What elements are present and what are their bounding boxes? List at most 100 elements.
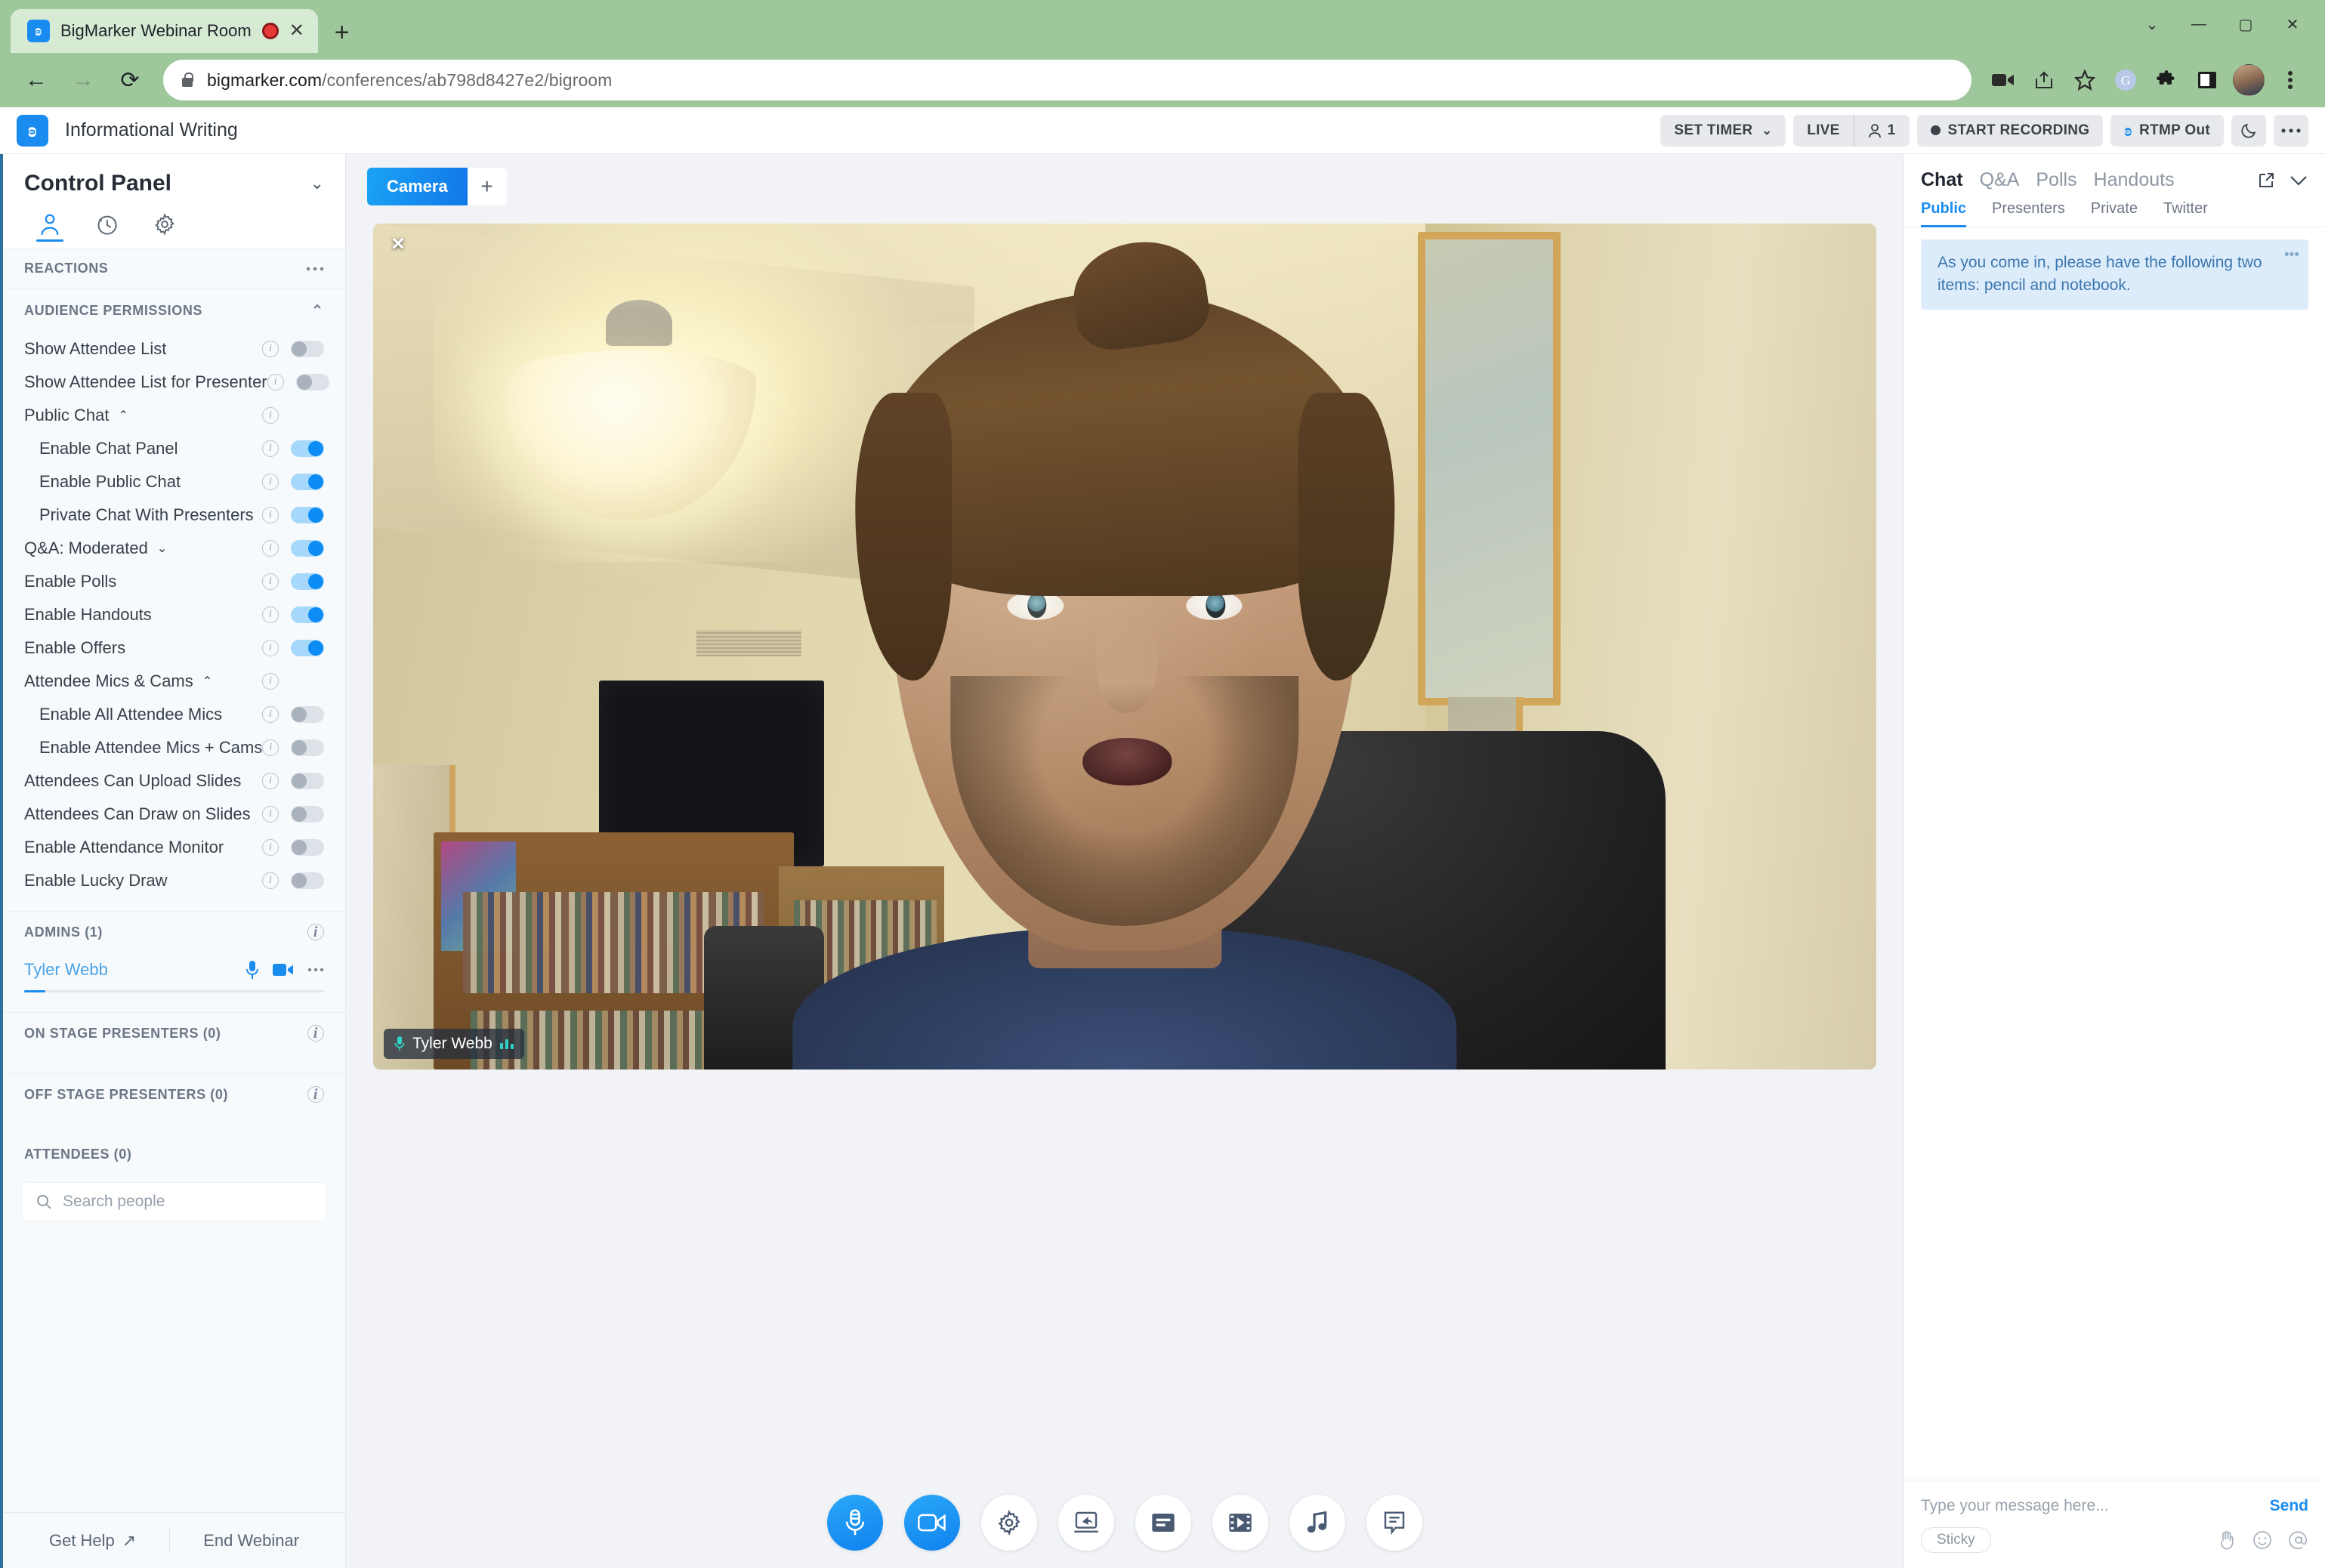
tab-history[interactable] (79, 201, 136, 248)
permission-toggle[interactable] (291, 706, 324, 723)
tab-handouts[interactable]: Handouts (2094, 169, 2175, 191)
camera-toggle[interactable] (904, 1495, 960, 1551)
admin-list-item[interactable]: Tyler Webb (3, 952, 345, 983)
permission-row[interactable]: Attendees Can Upload Slides i (3, 764, 345, 798)
info-icon[interactable]: i (262, 507, 279, 523)
external-link-icon[interactable] (2257, 171, 2275, 190)
permission-toggle[interactable] (291, 540, 324, 557)
chevron-down-icon[interactable] (2289, 174, 2308, 187)
subtab-twitter[interactable]: Twitter (2163, 200, 2208, 227)
info-icon[interactable]: i (262, 407, 279, 424)
permission-toggle[interactable] (291, 839, 324, 856)
permission-row[interactable]: Enable All Attendee Mics i (3, 698, 345, 731)
mic-icon[interactable] (245, 960, 259, 980)
permission-toggle[interactable] (291, 640, 324, 656)
info-icon[interactable]: i (262, 739, 279, 756)
address-bar[interactable]: bigmarker.com/conferences/ab798d8427e2/b… (163, 60, 1971, 100)
permission-toggle[interactable] (291, 474, 324, 490)
search-input[interactable]: Search people (21, 1182, 327, 1221)
info-icon[interactable]: i (267, 374, 284, 390)
permission-toggle[interactable] (291, 806, 324, 823)
info-icon[interactable]: i (262, 540, 279, 557)
google-lens-icon[interactable]: G (2106, 60, 2145, 100)
browser-tab[interactable]: ʚ BigMarker Webinar Room ✕ (11, 9, 318, 53)
bookmark-star-icon[interactable] (2065, 60, 2104, 100)
music-button[interactable] (1289, 1495, 1345, 1551)
info-icon[interactable]: i (262, 573, 279, 590)
chrome-menu-icon[interactable] (2271, 60, 2310, 100)
start-recording-button[interactable]: START RECORDING (1916, 114, 2104, 147)
chevron-down-icon[interactable]: ⌄ (2129, 6, 2175, 42)
info-icon[interactable]: i (262, 440, 279, 457)
permission-toggle[interactable] (291, 341, 324, 357)
chat-messages[interactable]: As you come in, please have the followin… (1904, 227, 2325, 1480)
info-icon[interactable]: i (262, 706, 279, 723)
permission-row[interactable]: Q&A: Moderated ⌄ i (3, 532, 345, 565)
info-icon[interactable]: i (307, 924, 324, 940)
permission-row[interactable]: Enable Chat Panel i (3, 432, 345, 465)
video-clip-button[interactable] (1212, 1495, 1268, 1551)
screen-record-icon[interactable] (1984, 60, 2023, 100)
new-tab-button[interactable]: + (335, 20, 350, 53)
side-panel-icon[interactable] (2188, 60, 2227, 100)
subtab-public[interactable]: Public (1921, 200, 1967, 227)
permission-row[interactable]: Show Attendee List for Presenter i (3, 366, 345, 399)
add-source-button[interactable]: + (467, 168, 507, 205)
chevron-up-icon[interactable]: ⌃ (311, 301, 324, 320)
permission-row[interactable]: Private Chat With Presenters i (3, 498, 345, 532)
permission-toggle[interactable] (295, 374, 329, 390)
tab-people[interactable] (21, 201, 79, 248)
more-horizontal-icon[interactable] (2274, 114, 2308, 147)
tab-settings[interactable] (136, 201, 193, 248)
share-screen-button[interactable] (1058, 1495, 1114, 1551)
moon-icon[interactable] (2231, 114, 2266, 147)
end-webinar-button[interactable]: End Webinar (170, 1531, 332, 1551)
chevron-down-icon[interactable]: ⌄ (157, 541, 167, 556)
microphone-toggle[interactable] (827, 1495, 883, 1551)
section-audience-permissions[interactable]: AUDIENCE PERMISSIONS ⌃ (3, 289, 345, 332)
set-timer-button[interactable]: SET TIMER ⌄ (1660, 114, 1786, 147)
permission-row[interactable]: Enable Handouts i (3, 598, 345, 631)
info-icon[interactable]: i (262, 673, 279, 690)
info-icon[interactable]: i (262, 341, 279, 357)
hand-icon[interactable] (2218, 1530, 2236, 1550)
info-icon[interactable]: i (262, 474, 279, 490)
mention-icon[interactable] (2289, 1530, 2308, 1550)
permission-toggle[interactable] (291, 773, 324, 789)
forward-icon[interactable]: → (62, 59, 104, 101)
tab-polls[interactable]: Polls (2036, 169, 2076, 191)
notes-button[interactable] (1366, 1495, 1422, 1551)
permission-row[interactable]: Attendees Can Draw on Slides i (3, 798, 345, 831)
permission-toggle[interactable] (291, 872, 324, 889)
share-icon[interactable] (2024, 60, 2064, 100)
info-icon[interactable]: i (262, 839, 279, 856)
permission-row[interactable]: Attendee Mics & Cams ⌃ i (3, 665, 345, 698)
permission-toggle[interactable] (291, 573, 324, 590)
permission-row[interactable]: Enable Lucky Draw i (3, 864, 345, 897)
permission-toggle[interactable] (291, 507, 324, 523)
permission-row[interactable]: Enable Offers i (3, 631, 345, 665)
extensions-puzzle-icon[interactable] (2147, 60, 2186, 100)
presenter-video[interactable]: × Tyler Webb (373, 224, 1876, 1070)
chevron-down-icon[interactable]: ⌄ (310, 174, 324, 193)
chevron-up-icon[interactable]: ⌃ (119, 408, 128, 423)
info-icon[interactable]: i (262, 872, 279, 889)
sidebar-scroll[interactable]: REACTIONS AUDIENCE PERMISSIONS ⌃ Show At… (3, 248, 345, 1512)
back-icon[interactable]: ← (15, 59, 57, 101)
settings-button[interactable] (981, 1495, 1037, 1551)
more-horizontal-icon[interactable]: ••• (2284, 247, 2299, 264)
info-icon[interactable]: i (307, 1025, 324, 1042)
video-camera-icon[interactable] (273, 962, 294, 977)
close-icon[interactable]: ✕ (289, 22, 304, 40)
tab-camera[interactable]: Camera (367, 168, 468, 205)
chat-input-row[interactable]: Type your message here... Send (1904, 1480, 2325, 1515)
live-status[interactable]: LIVE 1 (1793, 114, 1910, 147)
subtab-presenters[interactable]: Presenters (1992, 200, 2065, 227)
profile-avatar[interactable] (2233, 64, 2265, 96)
emoji-icon[interactable] (2252, 1530, 2272, 1550)
info-icon[interactable]: i (262, 607, 279, 623)
info-icon[interactable]: i (262, 806, 279, 823)
info-icon[interactable]: i (262, 773, 279, 789)
sticky-button[interactable]: Sticky (1921, 1527, 1991, 1553)
permission-row[interactable]: Enable Polls i (3, 565, 345, 598)
